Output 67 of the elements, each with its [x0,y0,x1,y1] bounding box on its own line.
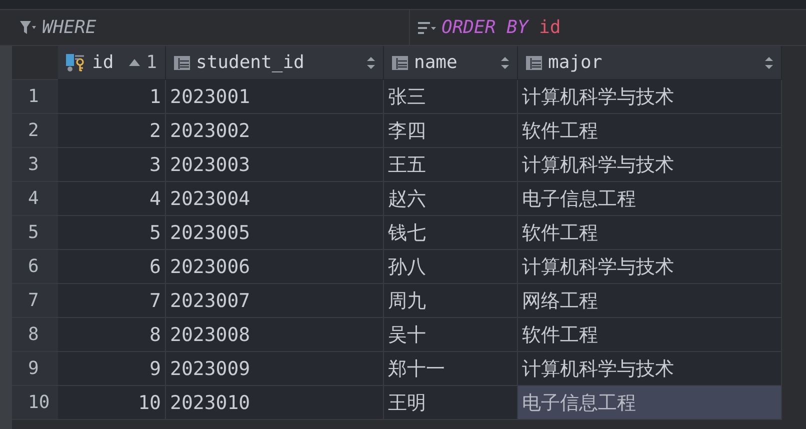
table-cell[interactable]: 吴十 [384,318,518,352]
row-number: 7 [12,284,58,318]
row-number: 8 [12,318,58,352]
sort-rank: 1 [146,52,157,73]
table-cell[interactable]: 王明 [384,386,518,420]
sort-toggle-icon[interactable] [501,56,509,68]
table-cell[interactable]: 2 [58,114,166,148]
column-header[interactable]: id 1 [58,46,166,80]
row-number: 5 [12,216,58,250]
row-number: 1 [12,80,58,114]
table-cell[interactable]: 电子信息工程 [518,386,782,420]
table-cell[interactable]: 钱七 [384,216,518,250]
table-cell[interactable]: 2023003 [166,148,384,182]
table-cell[interactable]: 2023010 [166,386,384,420]
table-cell[interactable]: 2023002 [166,114,384,148]
table-cell[interactable]: 软件工程 [518,114,782,148]
table-cell[interactable]: 计算机科学与技术 [518,80,782,114]
order-by-clause[interactable]: ORDER BY id [442,17,561,38]
filter-icon[interactable] [20,20,36,34]
table-cell[interactable]: 计算机科学与技术 [518,250,782,284]
table-cell[interactable]: 赵六 [384,182,518,216]
sort-toggle-icon[interactable] [765,56,773,68]
row-number: 3 [12,148,58,182]
sort-icon[interactable] [418,22,436,34]
table-cell[interactable]: 2023007 [166,284,384,318]
table-cell[interactable]: 网络工程 [518,284,782,318]
table-cell[interactable]: 周九 [384,284,518,318]
row-number: 10 [12,386,58,420]
row-number: 6 [12,250,58,284]
sort-ascending-icon[interactable] [129,59,140,66]
sort-toggle-icon[interactable] [367,56,375,68]
where-label[interactable]: WHERE [42,17,96,38]
table-cell[interactable]: 6 [58,250,166,284]
table-cell[interactable]: 2023004 [166,182,384,216]
table-cell[interactable]: 软件工程 [518,318,782,352]
table-cell[interactable]: 计算机科学与技术 [518,148,782,182]
table-cell[interactable]: 5 [58,216,166,250]
table-cell[interactable]: 2023006 [166,250,384,284]
table-cell[interactable]: 3 [58,148,166,182]
table-cell[interactable]: 2023009 [166,352,384,386]
key-column-icon [66,54,86,72]
table-cell[interactable]: 9 [58,352,166,386]
table-cell[interactable]: 郑十一 [384,352,518,386]
table-icon [174,56,190,70]
table-cell[interactable]: 孙八 [384,250,518,284]
table-cell[interactable]: 李四 [384,114,518,148]
table-cell[interactable]: 10 [58,386,166,420]
row-number: 9 [12,352,58,386]
column-header[interactable]: major [518,46,782,80]
table-cell[interactable]: 8 [58,318,166,352]
row-number: 4 [12,182,58,216]
column-header[interactable]: name [384,46,518,80]
table-cell[interactable]: 计算机科学与技术 [518,352,782,386]
column-header[interactable]: student_id [166,46,384,80]
table-cell[interactable]: 张三 [384,80,518,114]
table-cell[interactable]: 2023008 [166,318,384,352]
table-cell[interactable]: 4 [58,182,166,216]
table-cell[interactable]: 电子信息工程 [518,182,782,216]
table-cell[interactable]: 1 [58,80,166,114]
table-cell[interactable]: 2023001 [166,80,384,114]
row-number: 2 [12,114,58,148]
table-cell[interactable]: 2023005 [166,216,384,250]
table-cell[interactable]: 软件工程 [518,216,782,250]
table-icon [526,56,542,70]
table-cell[interactable]: 王五 [384,148,518,182]
table-cell[interactable]: 7 [58,284,166,318]
table-icon [392,56,408,70]
